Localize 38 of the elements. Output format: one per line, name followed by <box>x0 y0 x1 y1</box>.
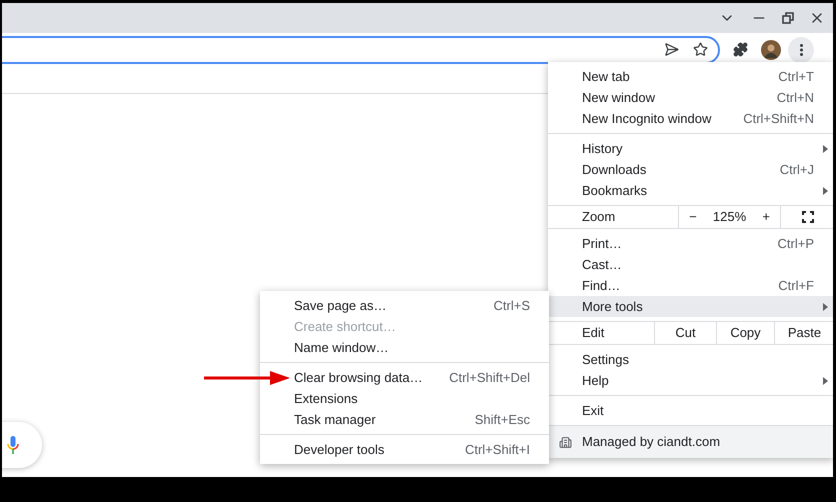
send-icon[interactable] <box>664 42 679 57</box>
menu-item[interactable]: Task manager Shift+Esc <box>260 409 549 430</box>
menu-item[interactable]: New tab Ctrl+T <box>548 66 833 87</box>
zoom-out-button[interactable]: − <box>685 207 701 227</box>
menu-item[interactable]: Exit <box>548 400 833 421</box>
microphone-icon[interactable] <box>7 436 19 454</box>
avatar[interactable] <box>761 40 781 60</box>
menu-button[interactable] <box>788 36 814 62</box>
restore-icon[interactable] <box>781 11 795 25</box>
bookmark-star-icon[interactable] <box>693 42 708 57</box>
zoom-level: 125% <box>712 208 746 226</box>
menu-item[interactable]: New window Ctrl+N <box>548 87 833 108</box>
menu-item[interactable]: New Incognito window Ctrl+Shift+N <box>548 108 833 129</box>
extensions-icon[interactable] <box>733 42 748 57</box>
menu-item[interactable]: Downloads Ctrl+J <box>548 159 833 180</box>
menu-item[interactable]: Help <box>548 370 833 391</box>
menu-item[interactable]: Extensions <box>260 388 549 409</box>
submenu-arrow-icon <box>823 302 828 310</box>
submenu-arrow-icon <box>823 144 828 152</box>
menu-item[interactable]: More tools <box>548 296 833 317</box>
submenu-arrow-icon <box>823 186 828 194</box>
menu-item[interactable]: Settings <box>548 349 833 370</box>
managed-notice[interactable]: Managed by ciandt.com <box>548 426 833 458</box>
menu-item[interactable]: Cast… <box>548 254 833 275</box>
zoom-label: Zoom <box>581 208 616 226</box>
fullscreen-icon[interactable] <box>802 211 814 223</box>
edit-label: Edit <box>581 324 606 342</box>
menu-item[interactable]: Print… Ctrl+P <box>548 233 833 254</box>
submenu-arrow-icon <box>823 376 828 384</box>
menu-item[interactable]: Save page as… Ctrl+S <box>260 295 549 316</box>
menu-item[interactable]: Developer tools Ctrl+Shift+I <box>260 439 549 460</box>
menu-item[interactable]: Name window… <box>260 337 549 358</box>
menu-item[interactable]: History <box>548 138 833 159</box>
menu-item[interactable]: Bookmarks <box>548 180 833 201</box>
menu-item[interactable]: Find… Ctrl+F <box>548 275 833 296</box>
building-icon <box>558 436 572 448</box>
zoom-in-button[interactable]: + <box>758 207 774 227</box>
menu-icon <box>800 44 802 56</box>
